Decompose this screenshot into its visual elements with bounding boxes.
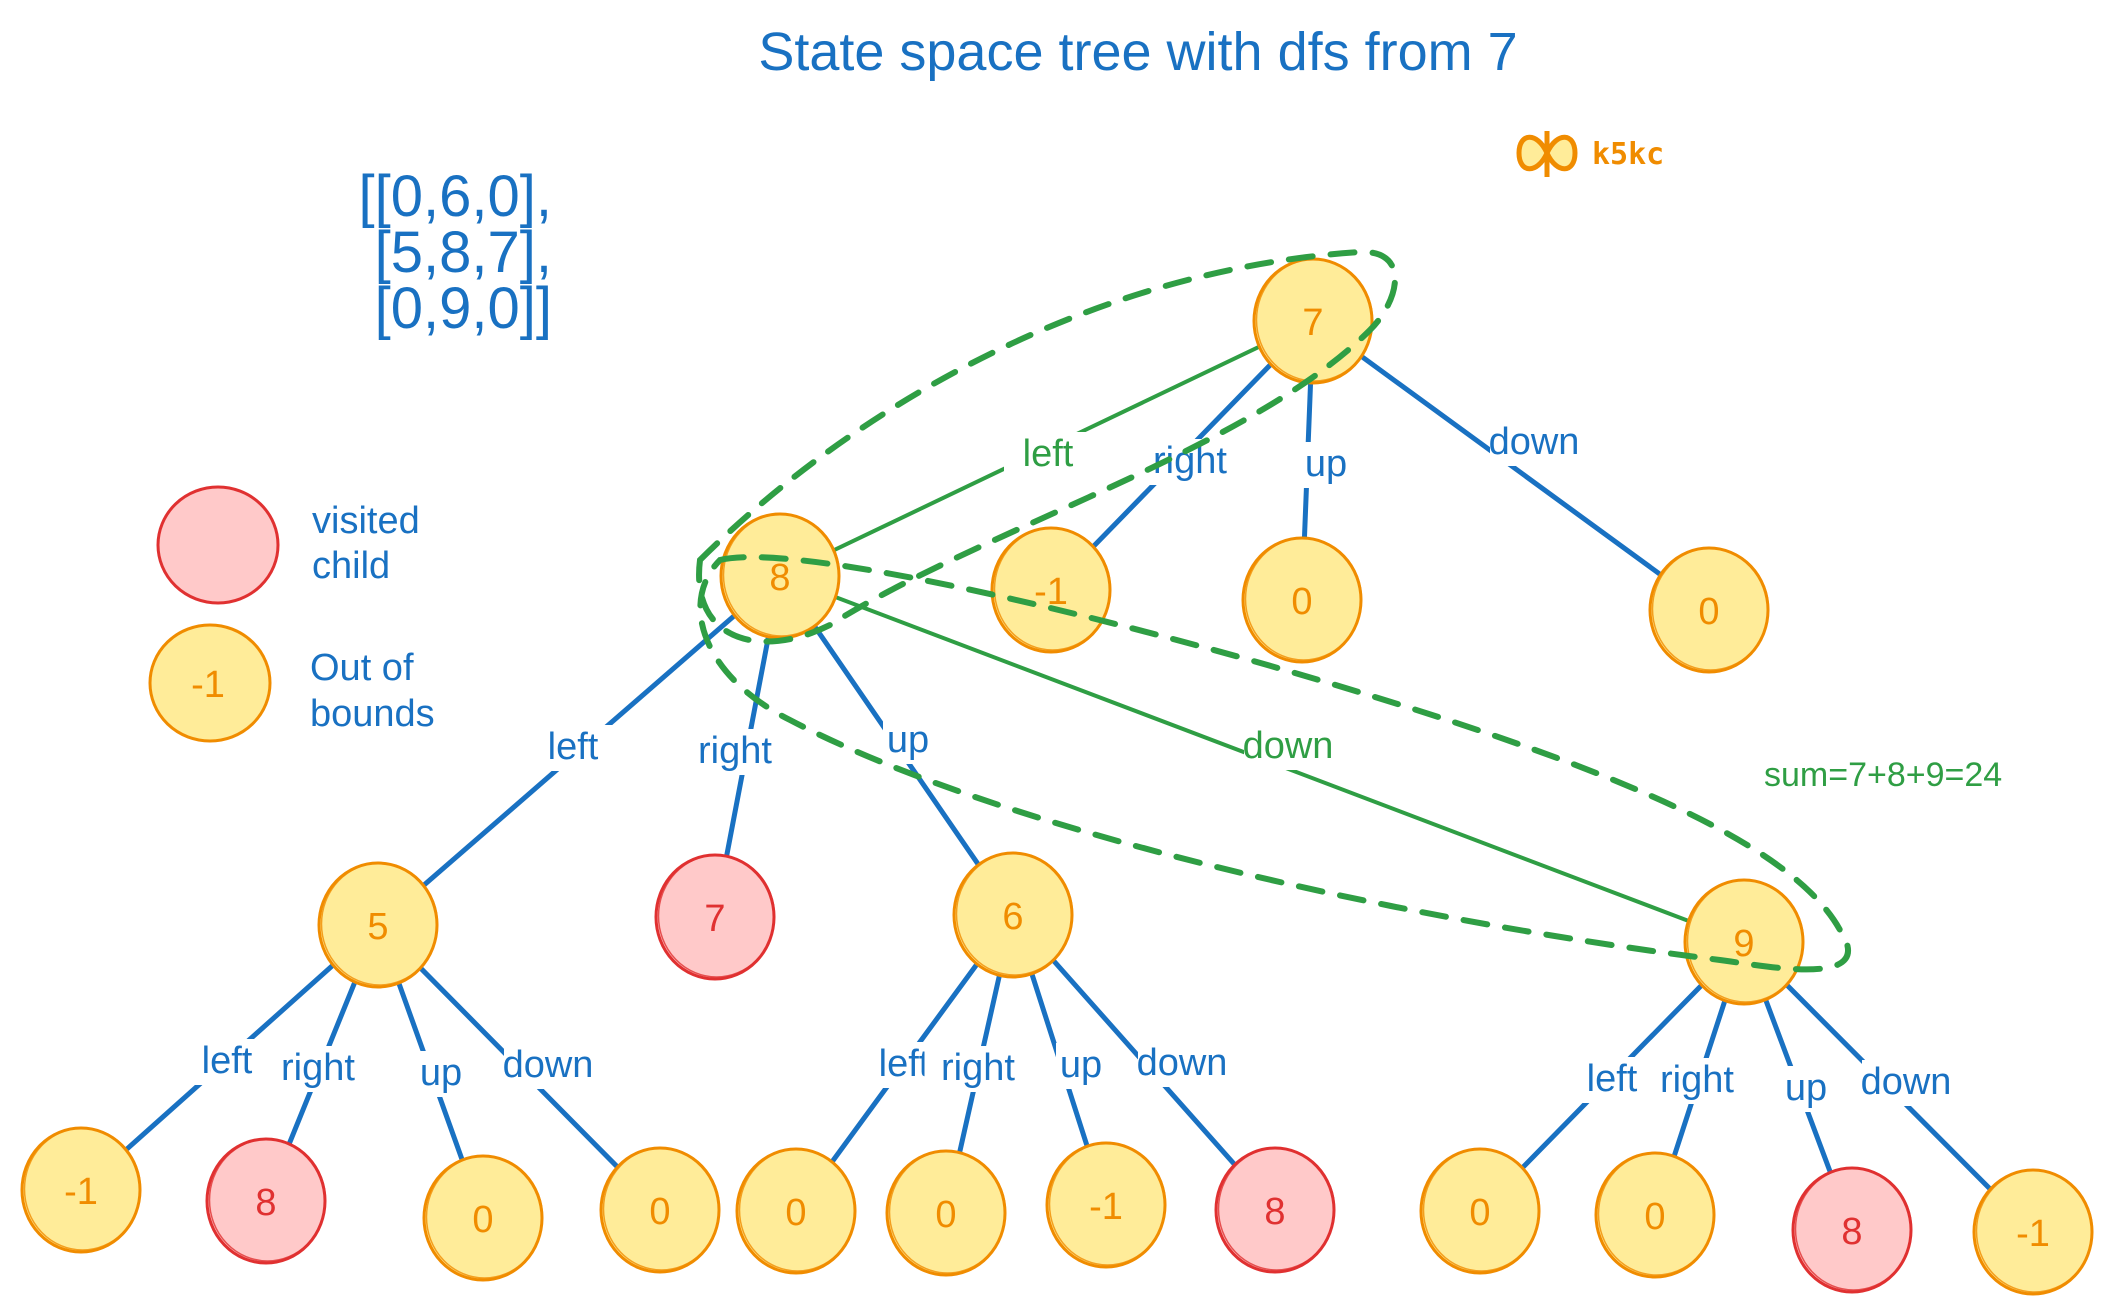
node-value: 0: [935, 1194, 956, 1236]
tree-node: 7: [1252, 257, 1374, 385]
node-value: -1: [2016, 1213, 2050, 1255]
legend-out-of-bounds-label: bounds: [310, 693, 435, 735]
tree-node: -1: [990, 526, 1112, 654]
node-value: 9: [1733, 923, 1754, 965]
legend-visited-label: child: [312, 545, 390, 587]
node-value: 0: [1469, 1192, 1490, 1234]
tree-node: 6: [952, 851, 1074, 979]
edge-label-up: up: [420, 1052, 462, 1094]
edge-label-down: down: [1243, 725, 1334, 767]
sum-annotation: sum=7+8+9=24: [1764, 756, 2002, 794]
diagram-canvas: State space tree with dfs from 7 k5kc [[…: [20, 22, 2094, 1296]
tree-node-visited: 8: [1791, 1166, 1913, 1294]
edge-label-left: left: [879, 1043, 930, 1085]
legend-visited: visited child: [156, 485, 420, 605]
tree-node: 0: [422, 1154, 544, 1282]
legend-out-of-bounds: -1 Out of bounds: [148, 623, 435, 743]
node-value: 0: [1644, 1196, 1665, 1238]
tree-node: 0: [1419, 1147, 1541, 1275]
edge-label-up: up: [1305, 443, 1347, 485]
node-value: 8: [1264, 1191, 1285, 1233]
edge-label-left: left: [1023, 433, 1074, 475]
tree-node: 9: [1683, 878, 1805, 1006]
edge-label-right: right: [1660, 1059, 1734, 1101]
tree-node-visited: 8: [205, 1137, 327, 1265]
tree-node: -1: [1045, 1141, 1167, 1269]
node-value: 0: [785, 1192, 806, 1234]
node-value: 0: [1698, 591, 1719, 633]
edge-label-down: down: [1489, 421, 1580, 463]
input-matrix: [[0,6,0], [5,8,7], [0,9,0]]: [359, 164, 552, 341]
node-value: 6: [1002, 896, 1023, 938]
edge-label-right: right: [281, 1047, 355, 1089]
edge-label-up: up: [1785, 1067, 1827, 1109]
node-value: 8: [769, 557, 790, 599]
node-value: 8: [255, 1182, 276, 1224]
edge-label-up: up: [1060, 1044, 1102, 1086]
legend-out-of-bounds-label: Out of: [310, 647, 414, 689]
edge-label-right: right: [698, 730, 772, 772]
edge-label-down: down: [1861, 1061, 1952, 1103]
tree-node: 0: [1594, 1151, 1716, 1279]
matrix-row: [0,9,0]]: [375, 276, 552, 341]
legend: visited child -1 Out of bounds: [148, 485, 435, 743]
edge-labels: left right updownleft right up downleft right u…: [183, 420, 1951, 1112]
node-value: 0: [1291, 581, 1312, 623]
tree-node: 0: [735, 1147, 857, 1275]
node-value: -1: [1089, 1186, 1123, 1228]
edge-label-up: up: [887, 719, 929, 761]
node-value: 5: [367, 906, 388, 948]
tree-node: 0: [1241, 536, 1363, 664]
brand: k5kc: [1516, 131, 1664, 177]
edge-label-left: left: [1587, 1058, 1638, 1100]
node-value: 0: [472, 1199, 493, 1241]
tree-node: 5: [317, 861, 439, 989]
edge-label-down: down: [503, 1044, 594, 1086]
edge-label-left: left: [202, 1040, 253, 1082]
tree-node: -1: [1972, 1168, 2094, 1296]
legend-visited-swatch: [156, 485, 280, 605]
edge-label-right: right: [941, 1047, 1015, 1089]
tree-node-visited: 8: [1214, 1146, 1336, 1274]
node-value: 7: [704, 898, 725, 940]
node-value: 8: [1841, 1211, 1862, 1253]
node-value: 0: [649, 1191, 670, 1233]
legend-out-of-bounds-value: -1: [191, 664, 225, 706]
tree-node-visited: 7: [654, 853, 776, 981]
node-value: -1: [64, 1171, 98, 1213]
edge-label-left: left: [548, 726, 599, 768]
legend-visited-label: visited: [312, 500, 420, 542]
diagram-title: State space tree with dfs from 7: [758, 22, 1517, 82]
tree-node: 8: [719, 512, 841, 640]
node-value: 7: [1302, 302, 1323, 344]
brand-label: k5kc: [1592, 137, 1664, 172]
tree-node: 0: [885, 1149, 1007, 1277]
edge-label-down: down: [1137, 1042, 1228, 1084]
tree-node: 0: [599, 1146, 721, 1274]
butterfly-logo-icon: [1516, 131, 1578, 177]
tree-node: 0: [1648, 546, 1770, 674]
tree-node: -1: [20, 1126, 142, 1254]
